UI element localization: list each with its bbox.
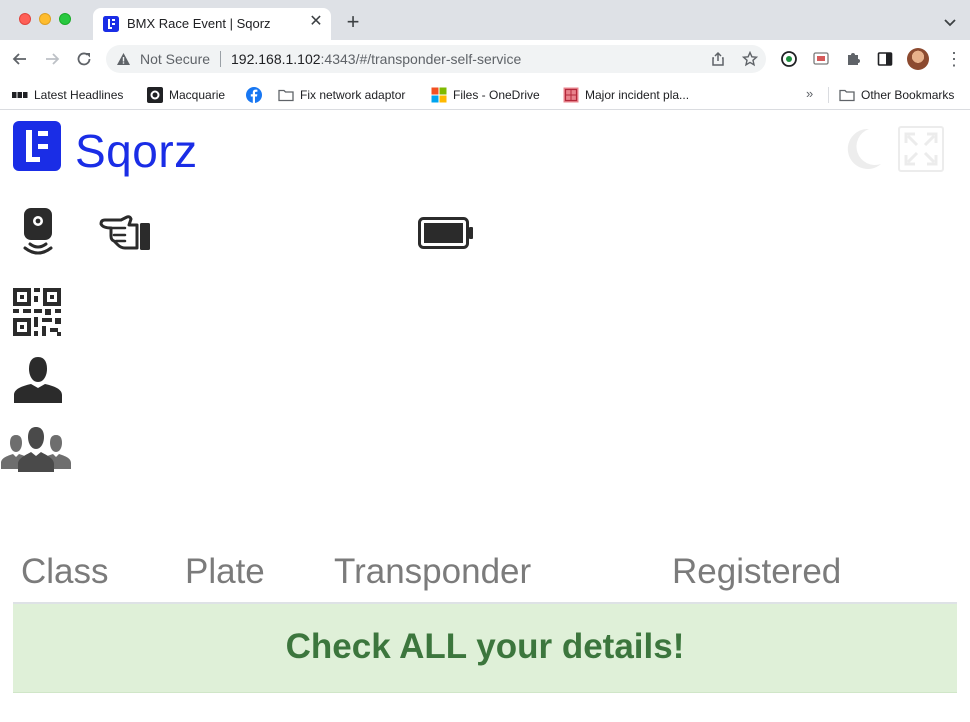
page-icon [563,87,579,103]
bookmark-label: Macquarie [169,87,226,102]
bookmarks-bar: Latest Headlines Macquarie Fix network a… [0,78,970,110]
share-icon[interactable] [710,51,726,67]
rider-table-header: Class Plate Transponder Registered [13,547,957,604]
bookmark-label: Fix network adaptor [300,87,406,102]
extensions-puzzle-icon[interactable] [845,51,861,67]
bookmark-label: Files - OneDrive [453,87,540,102]
transponder-scan-icon[interactable] [22,208,54,258]
microsoft-icon [431,87,447,103]
column-header-registered: Registered [672,552,842,591]
page-content: Sqorz Class Plate Transponder Registered… [0,111,970,722]
bookmark-files-onedrive[interactable]: Files - OneDrive [431,85,540,103]
warning-triangle-icon[interactable] [116,52,131,66]
more-bookmarks-chevron-icon[interactable]: » [806,86,813,101]
bookmark-fix-network-adaptor[interactable]: Fix network adaptor [278,85,405,103]
other-bookmarks-folder[interactable]: Other Bookmarks [839,85,954,103]
extension-g-icon[interactable] [781,51,797,67]
url-text[interactable]: 192.168.1.102:4343/#/transponder-self-se… [231,51,521,67]
check-details-alert: Check ALL your details! [13,604,957,693]
bookmark-label: Major incident pla... [585,87,690,102]
back-arrow-icon[interactable] [10,49,30,69]
bookmark-facebook[interactable] [246,85,268,103]
tab-strip: BMX Race Event | Sqorz ✕ + [0,0,970,40]
url-path: :4343/#/transponder-self-service [320,51,522,67]
new-tab-button[interactable]: + [343,11,363,33]
user-group-icon[interactable] [1,427,71,472]
single-user-icon[interactable] [14,357,62,403]
facebook-icon [246,86,262,103]
browser-menu-icon[interactable]: ⋮ [945,50,963,68]
security-status-label[interactable]: Not Secure [140,51,210,67]
brand-name: Sqorz [75,125,198,177]
tab-title: BMX Race Event | Sqorz [127,16,271,31]
tab-search-chevron-icon[interactable] [942,14,958,30]
window-minimize-button[interactable] [39,13,51,25]
hand-pointer-icon[interactable] [99,214,151,252]
browser-toolbar: Not Secure 192.168.1.102:4343/#/transpon… [0,40,970,78]
address-bar[interactable]: Not Secure 192.168.1.102:4343/#/transpon… [106,45,766,73]
battery-full-icon [418,217,473,249]
alert-message: Check ALL your details! [285,627,685,666]
column-header-plate: Plate [185,552,265,591]
side-panel-icon[interactable] [877,51,893,67]
bookmark-major-incident[interactable]: Major incident pla... [563,85,689,103]
url-host: 192.168.1.102 [231,51,321,67]
bbc-icon [12,91,28,98]
other-bookmarks-label: Other Bookmarks [861,87,955,102]
column-header-transponder: Transponder [334,552,532,591]
star-bookmark-icon[interactable] [742,51,758,67]
window-zoom-button[interactable] [59,13,71,25]
omnibox-divider [220,51,221,67]
sqorz-logo-mark-icon [13,121,61,171]
bookmark-label: Latest Headlines [34,87,124,102]
dark-mode-moon-icon[interactable] [839,126,883,170]
browser-tab[interactable]: BMX Race Event | Sqorz ✕ [93,8,331,40]
macquarie-icon [147,86,163,103]
folder-icon [839,89,855,101]
bookmarks-divider [828,87,829,103]
bookmark-macquarie[interactable]: Macquarie [147,85,225,103]
sqorz-favicon-icon [103,16,119,32]
qr-code-icon[interactable] [13,288,61,336]
folder-icon [278,89,294,101]
reload-icon[interactable] [74,49,94,69]
column-header-class: Class [21,552,109,591]
fullscreen-icon[interactable] [898,126,944,172]
profile-avatar[interactable] [907,48,929,70]
forward-arrow-icon[interactable] [42,49,62,69]
window-close-button[interactable] [19,13,31,25]
tab-close-icon[interactable]: ✕ [307,13,325,31]
extension-cast-icon[interactable] [813,51,829,67]
bookmark-latest-headlines[interactable]: Latest Headlines [12,85,123,103]
